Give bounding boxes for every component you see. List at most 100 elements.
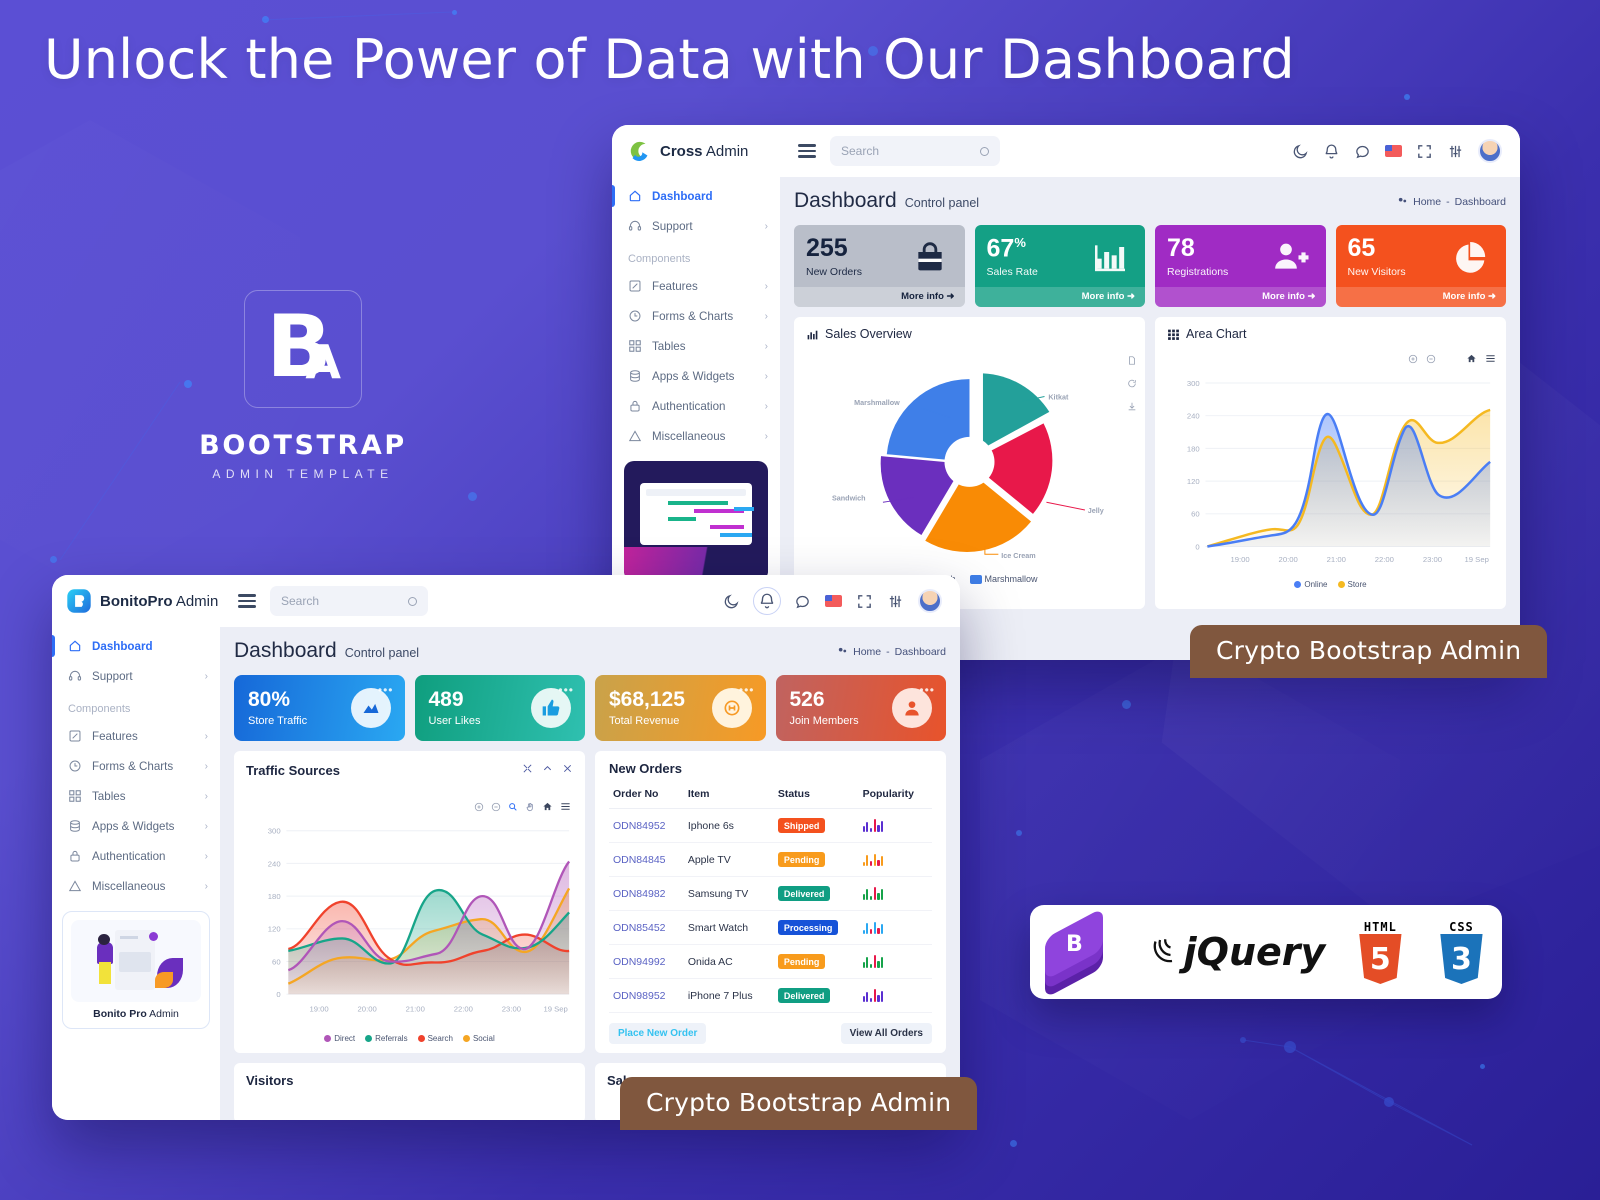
svg-text:240: 240 (268, 859, 281, 868)
stat-card-store-traffic[interactable]: ••• 80% Store Traffic (234, 675, 405, 741)
pan-icon[interactable] (525, 802, 535, 814)
grid-icon (68, 789, 82, 803)
stat-card-new-orders[interactable]: 255 New Orders More info ➜ (794, 225, 965, 308)
close-icon[interactable] (562, 761, 573, 779)
stat-label: Join Members (789, 714, 859, 727)
zoom-in-icon[interactable] (1408, 354, 1418, 366)
refresh-icon[interactable] (1127, 378, 1137, 391)
stat-card-new-visitors[interactable]: 65 New Visitors More info ➜ (1335, 225, 1506, 308)
area-chart-plot: 300 240 180 120 60 0 19:00 20:00 21:00 22:00 23… (1187, 379, 1491, 564)
document-icon[interactable] (1127, 355, 1137, 368)
settings-sliders-icon[interactable] (887, 593, 904, 610)
fullscreen-icon[interactable] (856, 593, 873, 610)
sidebar-item-support[interactable]: Support › (52, 661, 220, 691)
table-row[interactable]: ODN94992 Onida AC Pending (608, 944, 932, 979)
bonitopro-admin-dashboard[interactable]: BonitoPro Admin Search Dashboard Support… (52, 575, 960, 1120)
sidebar-item-features[interactable]: Features › (612, 271, 780, 301)
sidebar-item-forms-charts[interactable]: Forms & Charts › (612, 301, 780, 331)
menu-icon[interactable] (560, 801, 571, 814)
page-subtitle: Control panel (904, 196, 980, 210)
avatar[interactable] (1478, 139, 1502, 163)
stat-card-registrations[interactable]: 78 Registrations More info ➜ (1155, 225, 1326, 308)
cell-item: Smart Watch (683, 910, 774, 945)
sidebar-item-authentication[interactable]: Authentication › (52, 841, 220, 871)
card-menu-icon[interactable]: ••• (739, 683, 755, 697)
chevron-right-icon: › (764, 430, 768, 442)
sidebar-item-support[interactable]: Support › (612, 211, 780, 241)
cell-item: Apple TV (683, 842, 774, 877)
cross-admin-search-input[interactable]: Search (830, 136, 1000, 166)
collapse-icon[interactable] (542, 761, 553, 779)
home-icon[interactable] (1466, 353, 1477, 366)
home-icon[interactable] (542, 801, 553, 814)
flag-icon[interactable] (825, 595, 842, 607)
sidebar-item-dashboard[interactable]: Dashboard (52, 631, 220, 661)
svg-text:300: 300 (1187, 379, 1200, 388)
svg-text:300: 300 (268, 827, 281, 836)
ribbon-crypto-bottom: Crypto Bootstrap Admin (620, 1077, 978, 1130)
menu-icon[interactable] (1485, 353, 1496, 366)
stat-card-user-likes[interactable]: ••• 489 User Likes (414, 675, 585, 741)
expand-icon[interactable] (522, 761, 533, 779)
table-row[interactable]: ODN84982 Samsung TV Delivered (608, 876, 932, 911)
flag-icon[interactable] (1385, 145, 1402, 157)
cross-admin-brand[interactable]: Cross Admin (626, 138, 794, 164)
sidebar-item-features[interactable]: Features › (52, 721, 220, 751)
moon-icon[interactable] (723, 593, 740, 610)
stat-card-join-members[interactable]: ••• 526 Join Members (775, 675, 946, 741)
bootstrap-admin-logo: B A BOOTSTRAP ADMIN TEMPLATE (188, 290, 418, 481)
chat-icon[interactable] (1354, 143, 1371, 160)
stat-more-link[interactable]: More info ➜ (794, 287, 965, 307)
new-orders-table: Order No Item Status Popularity ODN84952… (608, 780, 932, 1013)
sales-overview-panel: Sales Overview Marshmallow Kitkat Jelly … (794, 317, 1145, 610)
cell-item: Iphone 6s (683, 808, 774, 843)
sidebar-promo-card[interactable]: Bonito Pro Admin (62, 911, 210, 1029)
sidebar-item-tables[interactable]: Tables › (52, 781, 220, 811)
stat-more-link[interactable]: More info ➜ (974, 287, 1145, 308)
avatar[interactable] (918, 589, 942, 613)
bonito-brand[interactable]: BonitoPro Admin (66, 588, 234, 614)
chat-icon[interactable] (794, 593, 811, 610)
bonito-search-input[interactable]: Search (270, 586, 428, 616)
sidebar-item-apps-widgets[interactable]: Apps & Widgets › (52, 811, 220, 841)
table-row[interactable]: ODN85452 Smart Watch Processing (608, 910, 932, 945)
table-row[interactable]: ODN84952 Iphone 6s Shipped (608, 808, 932, 843)
zoom-in-icon[interactable] (474, 802, 484, 814)
brand-light: Admin (702, 142, 749, 160)
zoom-out-icon[interactable] (1426, 354, 1436, 366)
table-row[interactable]: ODN98952 iPhone 7 Plus Delivered (608, 978, 932, 1013)
moon-icon[interactable] (1292, 143, 1309, 160)
sidebar-item-miscellaneous[interactable]: Miscellaneous › (612, 421, 780, 451)
fullscreen-icon[interactable] (1416, 143, 1433, 160)
breadcrumb-home[interactable]: Home (1413, 196, 1441, 208)
headset-icon (68, 669, 82, 683)
sidebar-item-authentication[interactable]: Authentication › (612, 391, 780, 421)
settings-sliders-icon[interactable] (1447, 143, 1464, 160)
sidebar-item-miscellaneous[interactable]: Miscellaneous › (52, 871, 220, 901)
table-row[interactable]: ODN84845 Apple TV Pending (608, 842, 932, 877)
stat-more-link[interactable]: More info ➜ (1335, 287, 1506, 307)
card-menu-icon[interactable]: ••• (919, 683, 935, 697)
stat-card-total-revenue[interactable]: ••• $68,125 Total Revenue (595, 675, 766, 741)
download-icon[interactable] (1127, 401, 1137, 414)
bell-icon[interactable] (1323, 143, 1340, 160)
stat-more-link[interactable]: More info ➜ (1155, 287, 1326, 307)
bell-icon[interactable] (753, 587, 781, 615)
sidebar-item-tables[interactable]: Tables › (612, 331, 780, 361)
sidebar-item-forms-charts[interactable]: Forms & Charts › (52, 751, 220, 781)
cross-admin-menu-toggle-icon[interactable] (798, 141, 816, 161)
card-menu-icon[interactable]: ••• (378, 683, 394, 697)
zoom-out-icon[interactable] (491, 802, 501, 814)
stat-card-sales-rate[interactable]: 67% Sales Rate More info ➜ (974, 225, 1145, 308)
view-all-orders-button[interactable]: View All Orders (840, 1023, 932, 1044)
sidebar-item-apps-widgets[interactable]: Apps & Widgets › (612, 361, 780, 391)
panel-title: Sales Overview (806, 327, 1133, 341)
bonito-menu-toggle-icon[interactable] (238, 591, 256, 611)
card-menu-icon[interactable]: ••• (558, 683, 574, 697)
cell-order-no: ODN94992 (608, 944, 684, 979)
sidebar-item-dashboard[interactable]: Dashboard (612, 181, 780, 211)
breadcrumb-home[interactable]: Home (853, 646, 881, 658)
zoom-selection-icon[interactable] (508, 802, 518, 814)
place-new-order-button[interactable]: Place New Order (608, 1023, 707, 1044)
cell-popularity (858, 876, 932, 911)
